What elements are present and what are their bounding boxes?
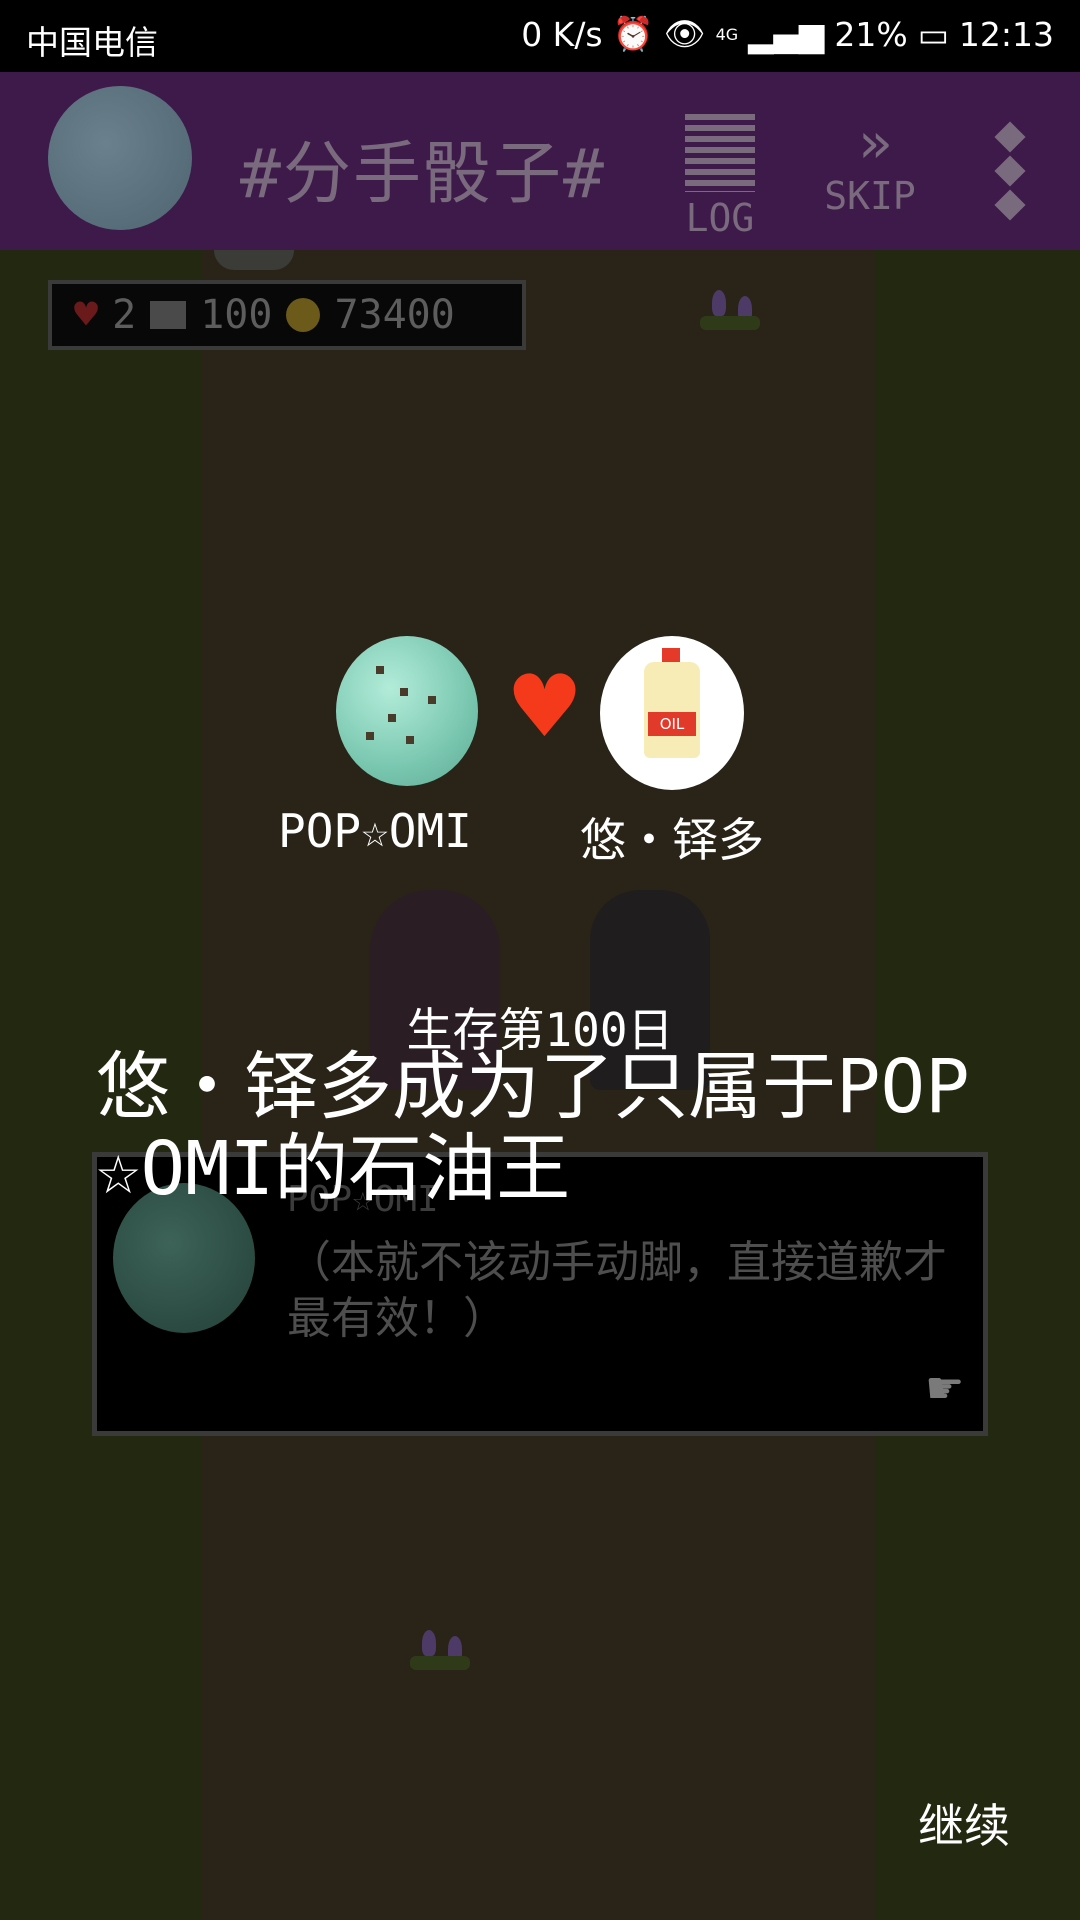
- log-button[interactable]: LOG: [680, 114, 760, 240]
- coin-icon: [286, 298, 321, 332]
- dialog-text: （本就不该动手动脚，直接道歉才最有效！）: [287, 1237, 947, 1344]
- coins-count: 73400: [334, 292, 455, 338]
- log-icon: [685, 114, 755, 192]
- alarm-icon: ⏰: [612, 14, 654, 53]
- status-bar: 中国电信 0 K/s ⏰ 👁 4G ▂▄▆ 21% ▭ 12:13: [0, 0, 1080, 72]
- signal-bars-icon: ▂▄▆: [748, 14, 825, 54]
- net-speed: 0 K/s: [521, 14, 603, 54]
- battery-icon: ▭: [917, 14, 949, 54]
- more-menu-button[interactable]: [990, 114, 1030, 228]
- continue-button[interactable]: 继续: [918, 1790, 1010, 1856]
- card-icon: [150, 301, 187, 329]
- heart-icon: ♥: [74, 292, 99, 338]
- carrier-label: 中国电信: [26, 23, 158, 62]
- bottle-label: OIL: [648, 712, 696, 736]
- cards-count: 100: [200, 292, 273, 338]
- player1-name: POP☆OMI: [278, 804, 472, 858]
- clock: 12:13: [958, 14, 1054, 54]
- flower-sprite: [700, 290, 760, 330]
- hand-pointer-icon: ☛: [925, 1363, 965, 1414]
- player2-name: 悠・铎多: [580, 813, 764, 867]
- player-avatar[interactable]: [48, 86, 192, 230]
- player2-avatar: OIL: [600, 636, 744, 790]
- fast-forward-icon: »: [858, 111, 892, 176]
- rock-sprite: [214, 250, 294, 270]
- game-title: #分手骰子#: [240, 135, 606, 214]
- hearts-count: 2: [112, 292, 137, 338]
- heart-icon: ♥: [506, 657, 584, 757]
- skip-button[interactable]: » SKIP: [810, 111, 930, 219]
- battery-percent: 21%: [834, 14, 908, 54]
- oil-bottle-icon: OIL: [644, 648, 700, 758]
- flower-sprite: [410, 1630, 470, 1670]
- player1-avatar: [336, 636, 478, 786]
- log-label: LOG: [685, 196, 755, 240]
- more-icon: [994, 121, 1026, 221]
- skip-label: SKIP: [824, 174, 916, 218]
- couple-display: ♥ OIL POP☆OMI 悠・铎多: [0, 636, 1080, 876]
- event-headline: 悠・铎多成为了只属于POP☆OMI的石油王: [96, 1044, 970, 1212]
- eye-icon: 👁: [663, 14, 706, 53]
- game-toolbar: #分手骰子# LOG » SKIP: [0, 72, 1080, 250]
- resource-hud: ♥ 2 100 73400: [48, 280, 526, 350]
- signal-icon: 4G: [715, 24, 739, 44]
